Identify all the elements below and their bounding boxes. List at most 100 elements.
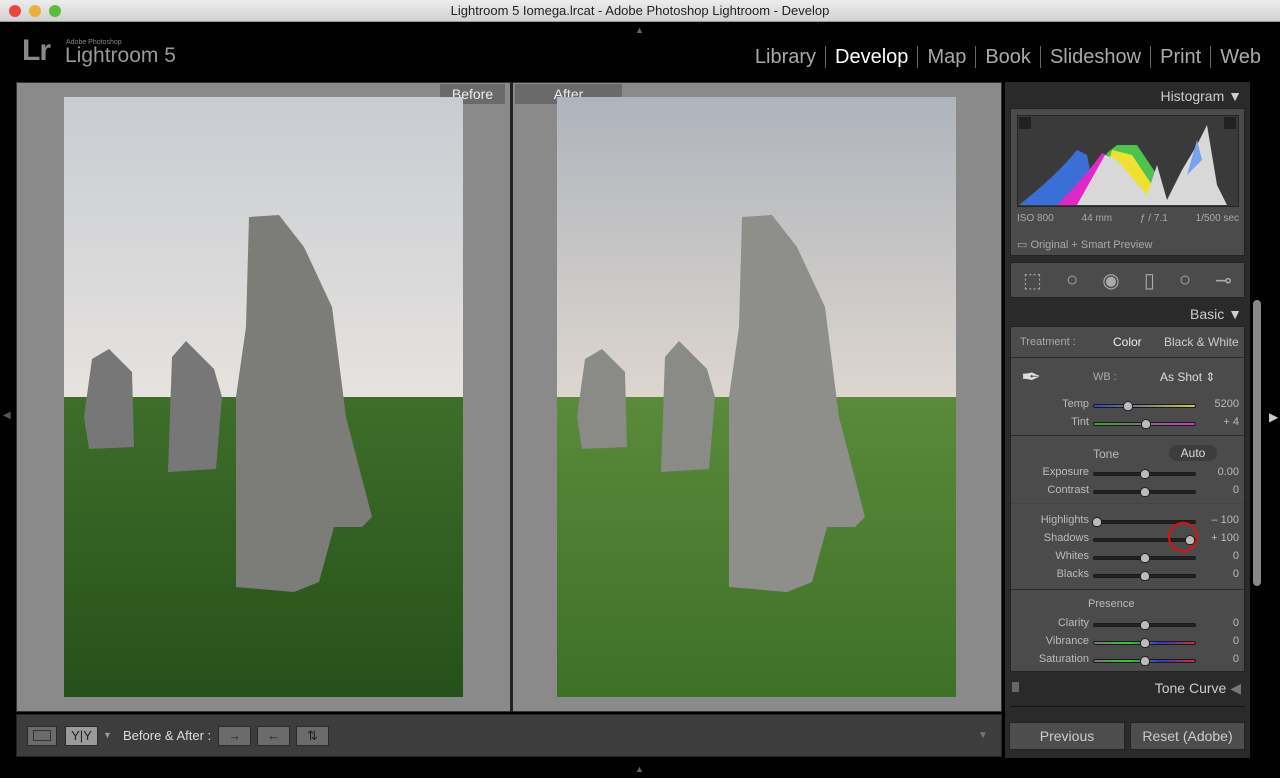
treatment-label: Treatment : xyxy=(1020,336,1076,348)
module-map[interactable]: Map xyxy=(917,46,975,68)
adjustment-brush-icon[interactable]: ⊸ xyxy=(1215,268,1232,293)
spot-removal-icon[interactable]: ○ xyxy=(1066,269,1078,292)
collapse-icon: ▼ xyxy=(1228,88,1242,104)
saturation-value[interactable]: 0 xyxy=(1199,653,1239,665)
saturation-slider-thumb[interactable] xyxy=(1139,656,1150,666)
top-panel-toggle-icon[interactable]: ▲ xyxy=(635,25,644,35)
exposure-label: Exposure xyxy=(1042,466,1089,478)
contrast-slider[interactable] xyxy=(1093,487,1196,497)
right-panel-toggle-icon[interactable]: ▶ xyxy=(1269,410,1278,424)
exif-info: ISO 800 44 mm ƒ / 7.1 1/500 sec xyxy=(1017,213,1239,224)
after-photo xyxy=(557,97,956,697)
module-print[interactable]: Print xyxy=(1150,46,1210,68)
shadows-value[interactable]: + 100 xyxy=(1199,532,1239,544)
blacks-slider[interactable] xyxy=(1093,571,1196,581)
panel-toggle-icon[interactable] xyxy=(1012,682,1019,692)
clarity-slider[interactable] xyxy=(1093,620,1196,630)
loupe-icon xyxy=(33,730,51,741)
copy-before-to-after-button[interactable]: → xyxy=(218,726,251,746)
auto-tone-button[interactable]: Auto xyxy=(1169,445,1217,461)
tone-curve-header[interactable]: Tone Curve ◀ xyxy=(1010,680,1245,700)
left-panel-toggle-icon[interactable]: ◀ xyxy=(3,410,11,421)
module-develop[interactable]: Develop xyxy=(825,46,917,68)
clarity-value[interactable]: 0 xyxy=(1199,617,1239,629)
title-bar: Lightroom 5 Iomega.lrcat - Adobe Photosh… xyxy=(0,0,1280,22)
before-photo xyxy=(64,97,463,697)
close-button[interactable] xyxy=(9,5,21,17)
contrast-label: Contrast xyxy=(1047,484,1089,496)
vibrance-value[interactable]: 0 xyxy=(1199,635,1239,647)
zoom-button[interactable] xyxy=(49,5,61,17)
treatment-bw[interactable]: Black & White xyxy=(1164,335,1239,349)
highlight-circle xyxy=(1168,522,1198,552)
histogram-panel: ISO 800 44 mm ƒ / 7.1 1/500 sec ▭ Original … xyxy=(1010,108,1245,256)
swap-before-after-button[interactable]: ⇅ xyxy=(296,726,329,746)
split-divider xyxy=(510,82,513,712)
module-slideshow[interactable]: Slideshow xyxy=(1039,46,1150,68)
before-after-view-button[interactable]: Y|Y xyxy=(65,726,98,746)
vibrance-slider[interactable] xyxy=(1093,638,1196,648)
presence-label: Presence xyxy=(1088,598,1135,610)
whites-slider-thumb[interactable] xyxy=(1139,553,1150,563)
blacks-label: Blacks xyxy=(1056,568,1089,580)
reset-button[interactable]: Reset (Adobe) xyxy=(1130,722,1245,750)
contrast-slider-thumb[interactable] xyxy=(1139,487,1150,497)
smart-preview-status[interactable]: ▭ Original + Smart Preview xyxy=(1017,238,1152,251)
whites-value[interactable]: 0 xyxy=(1199,550,1239,562)
temp-value[interactable]: 5200 xyxy=(1199,398,1239,410)
blacks-slider-thumb[interactable] xyxy=(1139,571,1150,581)
clarity-label: Clarity xyxy=(1057,617,1089,629)
exposure-slider[interactable] xyxy=(1093,469,1196,479)
crop-icon[interactable]: ⬚ xyxy=(1023,268,1042,293)
toolbar-menu-icon[interactable]: ▼ xyxy=(978,730,988,741)
red-eye-icon[interactable]: ◉ xyxy=(1102,268,1119,293)
product-label: Lightroom 5 xyxy=(65,44,176,67)
clarity-slider-thumb[interactable] xyxy=(1139,620,1150,630)
wb-label: WB : xyxy=(1093,371,1117,383)
module-book[interactable]: Book xyxy=(975,46,1040,68)
module-library[interactable]: Library xyxy=(746,46,825,68)
arrow-left-icon: ← xyxy=(267,728,280,743)
collapse-icon: ▼ xyxy=(1228,306,1242,322)
tool-strip: ⬚ ○ ◉ ▯ ○ ⊸ xyxy=(1010,262,1245,298)
window-title: Lightroom 5 Iomega.lrcat - Adobe Photosh… xyxy=(450,3,830,18)
contrast-value[interactable]: 0 xyxy=(1199,484,1239,496)
tint-value[interactable]: + 4 xyxy=(1199,416,1239,428)
vibrance-slider-thumb[interactable] xyxy=(1139,638,1150,648)
radial-filter-icon[interactable]: ○ xyxy=(1179,269,1191,292)
panel-scrollbar[interactable] xyxy=(1253,300,1261,586)
tone-label: Tone xyxy=(1093,447,1120,461)
temp-label: Temp xyxy=(1062,398,1089,410)
whites-slider[interactable] xyxy=(1093,553,1196,563)
view-dropdown-icon[interactable]: ▼ xyxy=(103,730,112,740)
highlights-value[interactable]: – 100 xyxy=(1199,514,1239,526)
vibrance-label: Vibrance xyxy=(1045,635,1089,647)
temp-slider[interactable] xyxy=(1093,401,1196,411)
tint-slider[interactable] xyxy=(1093,419,1196,429)
wb-select[interactable]: As Shot ⇕ xyxy=(1160,370,1215,384)
highlights-slider-thumb[interactable] xyxy=(1092,517,1103,527)
eyedropper-icon[interactable]: ✒ xyxy=(1021,363,1041,392)
exposure-slider-thumb[interactable] xyxy=(1139,469,1150,479)
copy-after-to-before-button[interactable]: ← xyxy=(257,726,290,746)
tint-label: Tint xyxy=(1071,416,1089,428)
loupe-view-button[interactable] xyxy=(27,726,57,746)
blacks-value[interactable]: 0 xyxy=(1199,568,1239,580)
minimize-button[interactable] xyxy=(29,5,41,17)
bottom-panel-toggle-icon[interactable]: ▲ xyxy=(635,764,644,774)
saturation-slider[interactable] xyxy=(1093,656,1196,666)
tint-slider-thumb[interactable] xyxy=(1140,419,1151,429)
exposure-value[interactable]: 0.00 xyxy=(1199,466,1239,478)
arrow-right-icon: → xyxy=(228,728,241,743)
histogram-header[interactable]: Histogram ▼ xyxy=(1160,88,1250,104)
saturation-label: Saturation xyxy=(1038,653,1089,665)
shadows-label: Shadows xyxy=(1043,532,1089,544)
temp-slider-thumb[interactable] xyxy=(1123,401,1134,411)
graduated-filter-icon[interactable]: ▯ xyxy=(1144,268,1155,293)
previous-button[interactable]: Previous xyxy=(1009,722,1125,750)
expand-icon: ◀ xyxy=(1230,680,1241,696)
treatment-color[interactable]: Color xyxy=(1113,335,1142,349)
before-after-label: Before & After : xyxy=(123,728,212,743)
module-web[interactable]: Web xyxy=(1210,46,1270,68)
basic-header[interactable]: Basic ▼ xyxy=(1190,306,1250,322)
